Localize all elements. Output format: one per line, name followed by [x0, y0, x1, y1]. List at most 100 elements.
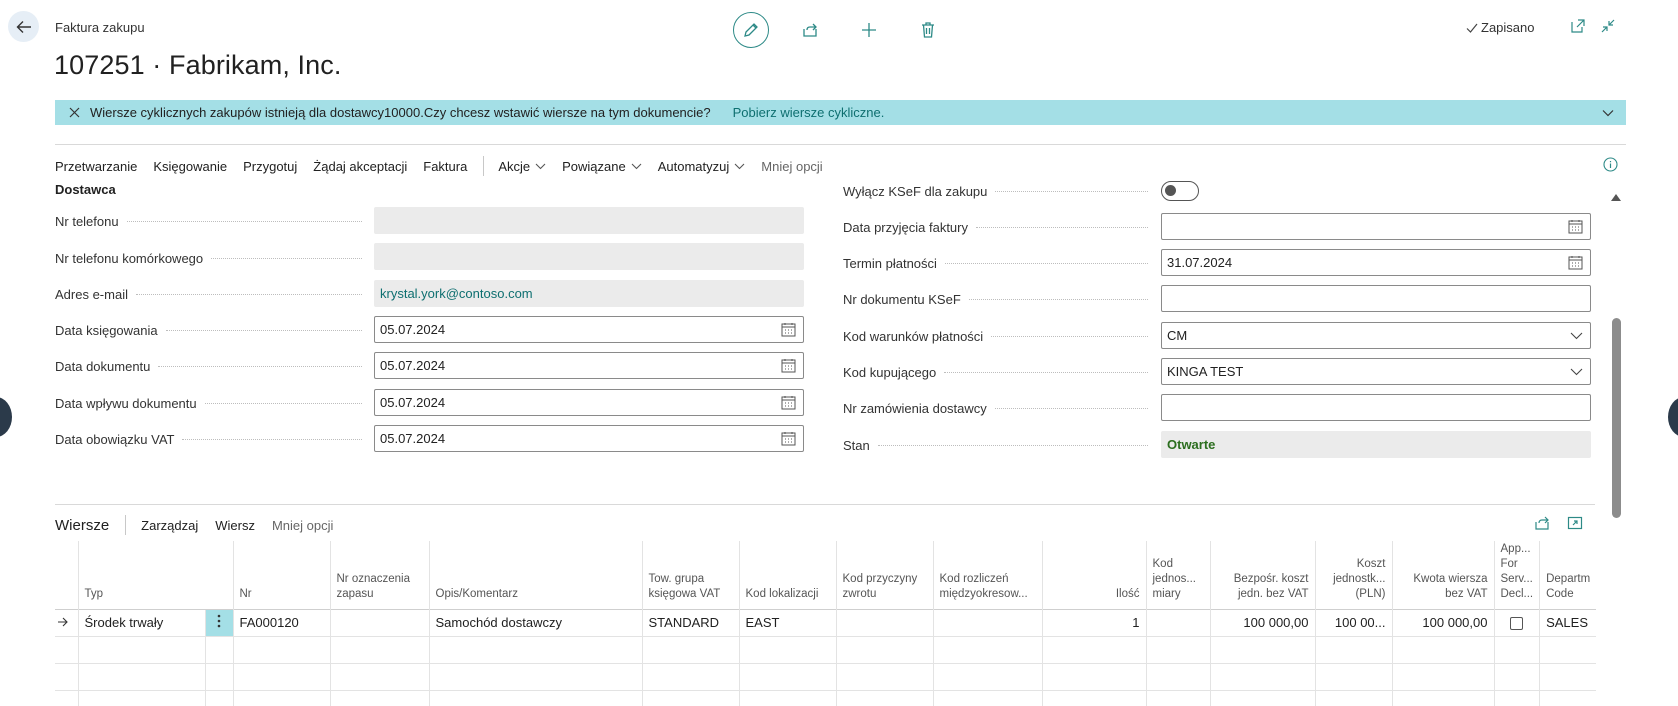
cell-line-amount[interactable] [1391, 689, 1494, 706]
cell-app-for-serv[interactable] [1493, 662, 1540, 690]
calendar-button[interactable] [1568, 219, 1583, 234]
cell-return-reason[interactable] [835, 635, 933, 663]
collapse-icon[interactable] [1600, 18, 1616, 34]
next-record-button[interactable] [1668, 397, 1678, 437]
cell-return-reason[interactable] [835, 608, 933, 636]
menu-automate[interactable]: Automatyzuj [658, 159, 746, 174]
dropdown-button[interactable] [1570, 332, 1583, 340]
expand-banner-button[interactable] [1602, 109, 1614, 117]
cell-vat-group[interactable] [641, 662, 739, 690]
cell-direct-cost[interactable] [1209, 662, 1315, 690]
row-actions-button[interactable] [204, 635, 233, 663]
calendar-button[interactable] [781, 322, 796, 337]
cell-deferral[interactable] [932, 635, 1042, 663]
vendor-order-input[interactable] [1161, 394, 1591, 421]
phone-field[interactable] [374, 207, 804, 234]
lines-fewer-options-button[interactable]: Mniej opcji [272, 518, 333, 533]
new-button[interactable] [851, 12, 887, 48]
vat-date-input[interactable]: 05.07.2024 [374, 425, 804, 452]
col-header-dept[interactable]: Departm Code [1539, 541, 1597, 609]
cell-line-amount[interactable] [1391, 662, 1494, 690]
cell-unit-cost-pln[interactable] [1314, 635, 1392, 663]
cell-app-for-serv[interactable] [1493, 689, 1540, 706]
lines-line-button[interactable]: Wiersz [215, 518, 255, 533]
cell-desc[interactable] [428, 662, 642, 690]
cell-item-ref[interactable] [329, 635, 429, 663]
cell-line-amount[interactable]: 100 000,00 [1391, 608, 1494, 636]
scroll-up-icon[interactable] [1610, 192, 1622, 202]
col-header-type[interactable]: Typ [77, 541, 205, 609]
banner-link[interactable]: Pobierz wiersze cykliczne. [733, 105, 885, 120]
col-header-no[interactable]: Nr [232, 541, 330, 609]
cell-item-ref[interactable] [329, 662, 429, 690]
calendar-button[interactable] [781, 395, 796, 410]
cell-dept[interactable] [1539, 635, 1597, 663]
cell-qty[interactable]: 1 [1041, 608, 1146, 636]
cell-deferral[interactable] [932, 608, 1042, 636]
cell-direct-cost[interactable] [1209, 635, 1315, 663]
cell-type[interactable] [77, 662, 205, 690]
cell-uom[interactable] [1145, 608, 1210, 636]
cell-unit-cost-pln[interactable] [1314, 662, 1392, 690]
cell-vat-group[interactable] [641, 635, 739, 663]
purchaser-select[interactable]: KINGA TEST [1161, 358, 1591, 385]
cell-deferral[interactable] [932, 662, 1042, 690]
posting-date-input[interactable]: 05.07.2024 [374, 316, 804, 343]
col-header-uom[interactable]: Kod jednos... miary [1145, 541, 1210, 609]
cell-item-ref[interactable] [329, 689, 429, 706]
cell-item-ref[interactable] [329, 608, 429, 636]
scrollbar-thumb[interactable] [1612, 318, 1621, 518]
cell-type[interactable]: Środek trwały [77, 608, 205, 636]
cell-desc[interactable]: Samochód dostawczy [428, 608, 642, 636]
cell-return-reason[interactable] [835, 689, 933, 706]
cell-vat-group[interactable] [641, 689, 739, 706]
cell-no[interactable]: FA000120 [232, 608, 330, 636]
cell-type[interactable] [77, 689, 205, 706]
menu-related[interactable]: Powiązane [562, 159, 642, 174]
email-value[interactable]: krystal.york@contoso.com [380, 286, 533, 301]
action-prepare[interactable]: Przygotuj [243, 159, 297, 174]
cell-qty[interactable] [1041, 635, 1146, 663]
action-posting[interactable]: Księgowanie [153, 159, 227, 174]
cell-uom[interactable] [1145, 662, 1210, 690]
cell-dept[interactable] [1539, 689, 1597, 706]
app-for-serv-checkbox[interactable] [1510, 617, 1524, 631]
action-invoice[interactable]: Faktura [423, 159, 467, 174]
cell-no[interactable] [232, 635, 330, 663]
cell-type[interactable] [77, 635, 205, 663]
lines-manage-button[interactable]: Zarządzaj [141, 518, 198, 533]
cell-location[interactable] [738, 689, 836, 706]
col-header-location[interactable]: Kod lokalizacji [738, 541, 836, 609]
cell-qty[interactable] [1041, 662, 1146, 690]
col-header-vat-group[interactable]: Tow. grupa księgowa VAT [641, 541, 739, 609]
cell-vat-group[interactable]: STANDARD [641, 608, 739, 636]
cell-unit-cost-pln[interactable] [1314, 689, 1392, 706]
action-processing[interactable]: Przetwarzanie [55, 159, 137, 174]
cell-uom[interactable] [1145, 689, 1210, 706]
calendar-button[interactable] [781, 358, 796, 373]
mobile-field[interactable] [374, 243, 804, 270]
col-header-line-amount[interactable]: Kwota wiersza bez VAT [1391, 541, 1494, 609]
back-button[interactable] [8, 11, 39, 42]
email-field[interactable]: krystal.york@contoso.com [374, 280, 804, 307]
calendar-button[interactable] [1568, 255, 1583, 270]
cell-no[interactable] [232, 662, 330, 690]
share-button[interactable] [792, 12, 828, 48]
delete-button[interactable] [910, 12, 946, 48]
col-header-qty[interactable]: Ilość [1041, 541, 1146, 609]
payment-terms-select[interactable]: CM [1161, 322, 1591, 349]
cell-app-for-serv[interactable] [1493, 635, 1540, 663]
cell-line-amount[interactable] [1391, 635, 1494, 663]
calendar-button[interactable] [781, 431, 796, 446]
cell-direct-cost[interactable] [1209, 689, 1315, 706]
col-header-deferral[interactable]: Kod rozliczeń międzyokresow... [932, 541, 1042, 609]
cell-location[interactable]: EAST [738, 608, 836, 636]
table-row[interactable]: Środek trwały FA000120 Samochód dostawcz… [55, 608, 1597, 636]
action-request-approval[interactable]: Żądaj akceptacji [313, 159, 407, 174]
table-row[interactable] [55, 662, 1597, 690]
info-button[interactable] [1603, 157, 1618, 175]
edit-button[interactable] [733, 12, 769, 48]
cell-unit-cost-pln[interactable]: 100 00... [1314, 608, 1392, 636]
cell-qty[interactable] [1041, 689, 1146, 706]
cell-return-reason[interactable] [835, 662, 933, 690]
